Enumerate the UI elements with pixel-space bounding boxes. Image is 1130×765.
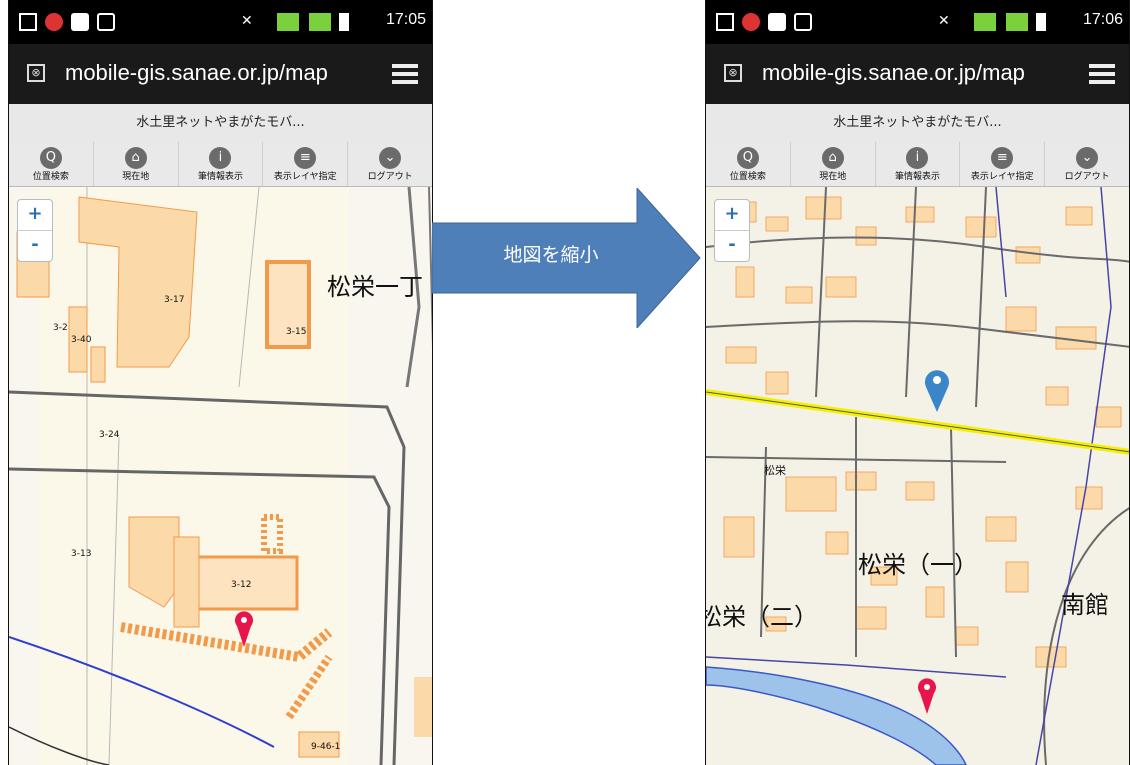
app-icon (742, 13, 760, 31)
browser-url-bar[interactable]: ⊗ mobile-gis.sanae.or.jp/map (706, 44, 1129, 104)
district-label: 松栄一丁 (327, 273, 423, 301)
zoom-in-button[interactable]: + (715, 200, 749, 230)
page-title: 水土里ネットやまがたモバ... (706, 104, 1129, 143)
signal2-icon (309, 13, 331, 31)
clock: 17:06 (1082, 11, 1123, 28)
status-bar: ✕ 17:06 (706, 0, 1129, 44)
parcel-label: 3-2 (53, 323, 68, 333)
tool-label: 筆情報表示 (197, 172, 243, 182)
layers-icon: ≡ (991, 147, 1014, 169)
tool-label: 表示レイヤ指定 (273, 172, 337, 182)
battery-icon (1036, 13, 1046, 31)
phone-screen-after: ✕ 17:06 ⊗ mobile-gis.sanae.or.jp/map 水土里… (705, 0, 1130, 765)
parcel-label: 3-12 (231, 580, 252, 590)
tool-layer-select[interactable]: ≡ 表示レイヤ指定 (960, 142, 1046, 186)
tool-logout[interactable]: ⌄ ログアウト (1045, 142, 1129, 186)
clock: 17:05 (385, 11, 426, 28)
tool-location-search[interactable]: Q 位置検索 (9, 142, 94, 186)
tool-label: 現在地 (122, 172, 150, 182)
tool-current-location[interactable]: ⌂ 現在地 (94, 142, 179, 186)
clipboard-icon (794, 13, 812, 31)
map-view[interactable]: 3-26 3-17 3-15 3-2 3-40 3-24 3-13 3-12 9… (9, 187, 432, 765)
blue-location-pin-icon[interactable] (924, 367, 950, 413)
tool-label: 位置検索 (729, 172, 766, 182)
phone-screen-before: ✕ 17:05 ⊗ mobile-gis.sanae.or.jp/map 水土里… (8, 0, 433, 765)
map-label: 松栄 (764, 464, 786, 477)
tool-layer-select[interactable]: ≡ 表示レイヤ指定 (263, 142, 349, 186)
hamburger-menu-icon[interactable] (1089, 64, 1115, 84)
district-label: 松栄（二） (706, 603, 818, 631)
hamburger-menu-icon[interactable] (392, 64, 418, 84)
signal2-icon (1006, 13, 1028, 31)
info-icon: i (906, 147, 929, 169)
parcel-label: 3-15 (286, 327, 307, 337)
arrow-caption: 地図を縮小 (503, 244, 599, 266)
tool-label: 表示レイヤ指定 (970, 172, 1034, 182)
tool-parcel-info[interactable]: i 筆情報表示 (876, 142, 961, 186)
zoom-out-button[interactable]: - (18, 230, 52, 261)
parcel-label: 3-40 (71, 335, 92, 345)
tool-label: 筆情報表示 (894, 172, 940, 182)
app-icon (45, 13, 63, 31)
info-icon: i (209, 147, 232, 169)
zoom-out-button[interactable]: - (715, 230, 749, 261)
zoom-control: + - (714, 199, 750, 262)
tool-logout[interactable]: ⌄ ログアウト (348, 142, 432, 186)
search-icon: Q (39, 147, 62, 169)
logout-icon: ⌄ (1076, 147, 1099, 169)
logout-icon: ⌄ (379, 147, 402, 169)
battery-icon (339, 13, 349, 31)
district-label: 南館 (1061, 591, 1109, 619)
map-toolbar: Q 位置検索 ⌂ 現在地 i 筆情報表示 ≡ 表示レイヤ指定 ⌄ ログアウト (9, 142, 432, 187)
globe-icon: ⊗ (27, 64, 45, 82)
url-text[interactable]: mobile-gis.sanae.or.jp/map (65, 60, 375, 86)
bag-icon (768, 13, 786, 31)
search-icon: Q (736, 147, 759, 169)
parcel-label: 9-46-1 (311, 742, 341, 752)
parcel-label: 3-17 (164, 295, 185, 305)
tool-label: 現在地 (819, 172, 847, 182)
map-view[interactable]: 松栄 松栄（一） 松栄（二） 南館 + - (706, 187, 1129, 765)
parcel-label: 3-24 (99, 430, 120, 440)
url-text[interactable]: mobile-gis.sanae.or.jp/map (762, 60, 1072, 86)
tool-current-location[interactable]: ⌂ 現在地 (791, 142, 876, 186)
signal-icon (974, 13, 996, 31)
red-location-pin-icon[interactable] (918, 677, 936, 715)
zoom-in-button[interactable]: + (18, 200, 52, 230)
tool-location-search[interactable]: Q 位置検索 (706, 142, 791, 186)
status-bar: ✕ 17:05 (9, 0, 432, 44)
gallery-icon (19, 13, 37, 31)
bag-icon (71, 13, 89, 31)
tool-label: ログアウト (367, 172, 413, 182)
home-icon: ⌂ (124, 147, 147, 169)
globe-icon: ⊗ (724, 64, 742, 82)
signal-icon (277, 13, 299, 31)
browser-url-bar[interactable]: ⊗ mobile-gis.sanae.or.jp/map (9, 44, 432, 104)
page-title: 水土里ネットやまがたモバ... (9, 104, 432, 143)
red-location-pin-icon[interactable] (235, 610, 253, 648)
mute-icon: ✕ (241, 13, 253, 29)
clipboard-icon (97, 13, 115, 31)
zoom-control: + - (17, 199, 53, 262)
tool-label: ログアウト (1064, 172, 1110, 182)
tool-parcel-info[interactable]: i 筆情報表示 (179, 142, 264, 186)
mute-icon: ✕ (938, 13, 950, 29)
gallery-icon (716, 13, 734, 31)
tool-label: 位置検索 (32, 172, 69, 182)
district-label: 松栄（一） (858, 551, 978, 579)
map-toolbar: Q 位置検索 ⌂ 現在地 i 筆情報表示 ≡ 表示レイヤ指定 ⌄ ログアウト (706, 142, 1129, 187)
layers-icon: ≡ (294, 147, 317, 169)
home-icon: ⌂ (821, 147, 844, 169)
parcel-label: 3-13 (71, 549, 92, 559)
